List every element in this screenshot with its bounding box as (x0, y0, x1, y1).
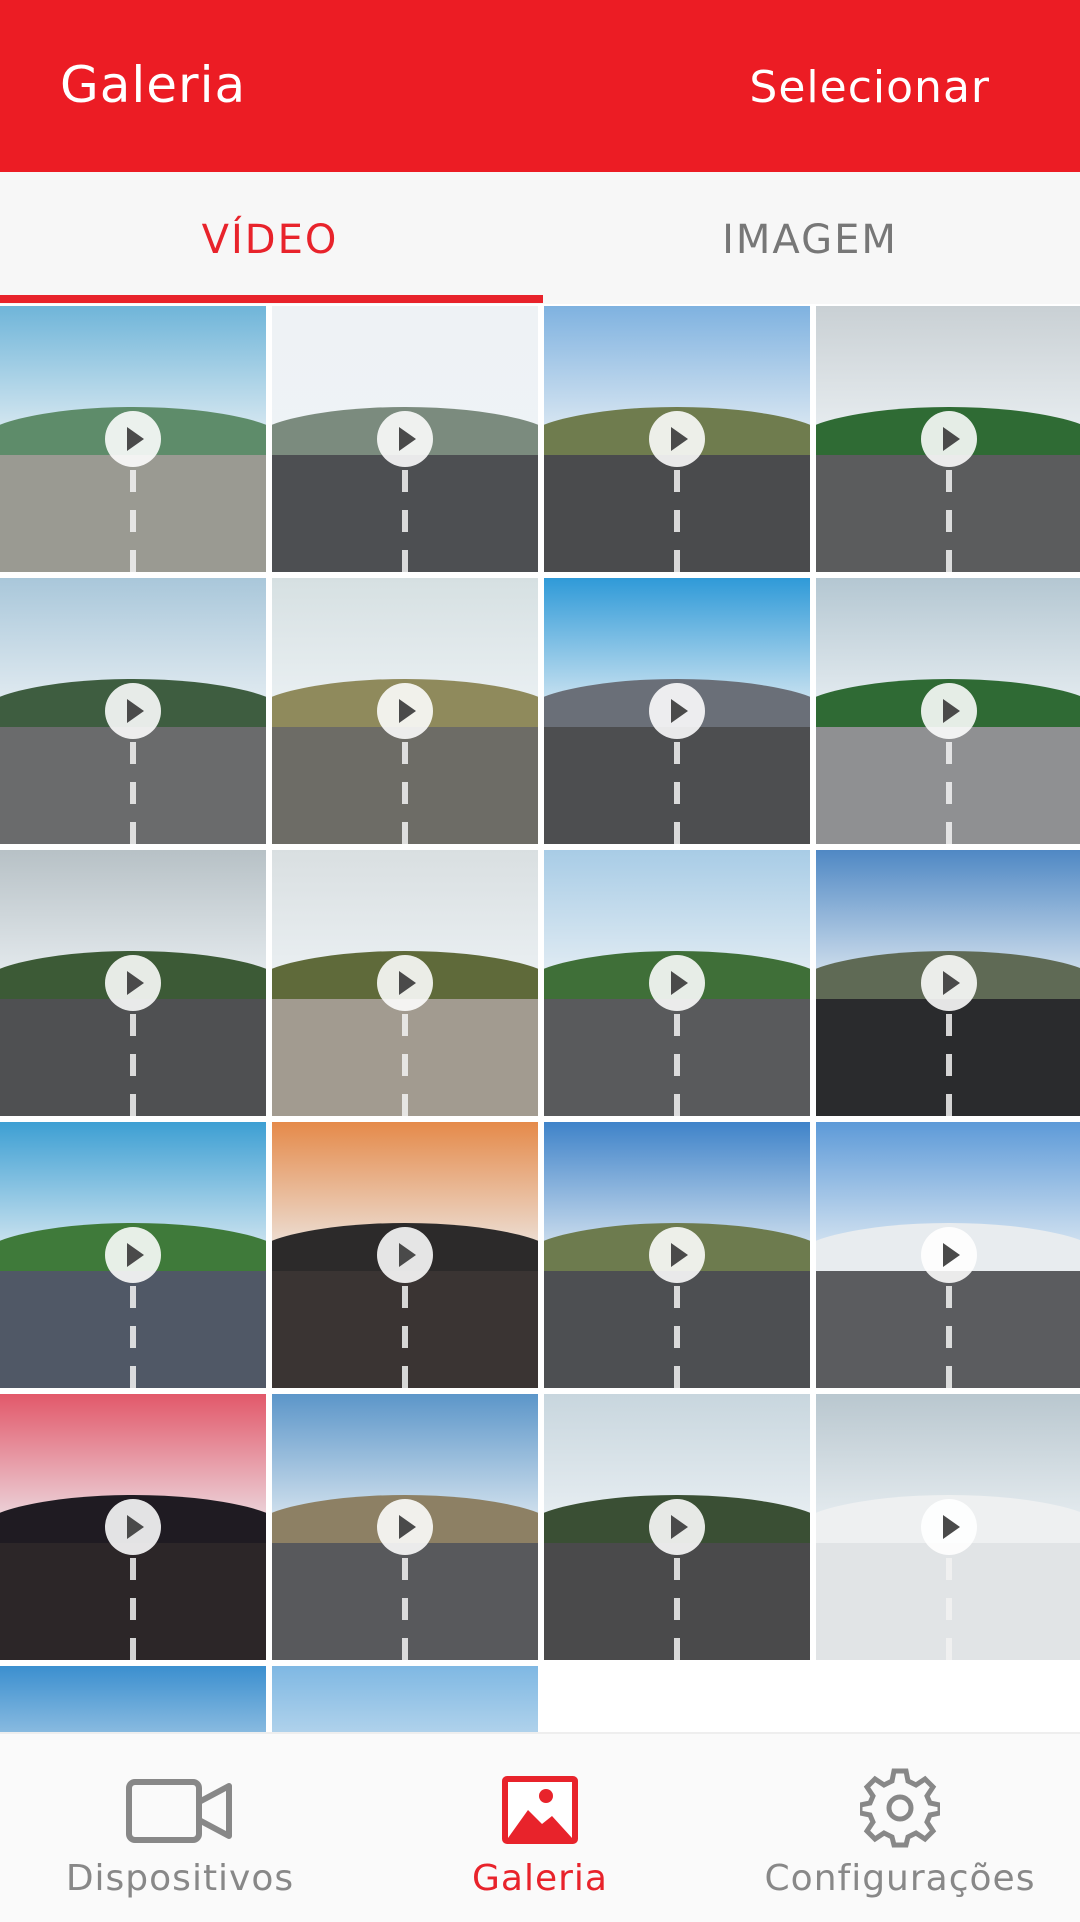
page-title: Galeria (60, 56, 247, 114)
video-thumbnail[interactable] (544, 850, 810, 1116)
active-tab-indicator (0, 295, 543, 303)
play-icon (377, 683, 433, 739)
video-thumbnail[interactable] (272, 850, 538, 1116)
thumbnail-lane-marking (674, 732, 680, 844)
video-thumbnail[interactable] (0, 1666, 266, 1732)
video-thumbnail[interactable] (0, 578, 266, 844)
thumbnail-lane-marking (130, 1004, 136, 1116)
nav-devices-label: Dispositivos (65, 1858, 295, 1899)
video-thumbnail[interactable] (272, 306, 538, 572)
play-icon (921, 955, 977, 1011)
video-thumbnail[interactable] (0, 306, 266, 572)
nav-gallery-label: Galeria (472, 1858, 608, 1899)
thumbnail-lane-marking (674, 1004, 680, 1116)
video-thumbnail[interactable] (816, 1394, 1080, 1660)
play-icon (105, 1227, 161, 1283)
play-icon (105, 955, 161, 1011)
video-camera-icon (126, 1779, 232, 1843)
thumbnail-lane-marking (674, 1276, 680, 1388)
video-thumbnail[interactable] (0, 850, 266, 1116)
tab-image[interactable]: IMAGEM (540, 172, 1080, 304)
video-thumbnail[interactable] (544, 306, 810, 572)
nav-settings-label: Configurações (764, 1858, 1036, 1899)
play-icon (105, 683, 161, 739)
play-icon (921, 683, 977, 739)
thumbnail-lane-marking (946, 1276, 952, 1388)
thumbnail-lane-marking (402, 1004, 408, 1116)
thumbnail-lane-marking (946, 732, 952, 844)
nav-gallery[interactable]: Galeria (360, 1734, 720, 1922)
thumbnail-sky (272, 1666, 538, 1732)
video-thumbnail[interactable] (272, 1666, 538, 1732)
nav-settings[interactable]: Configurações (720, 1734, 1080, 1922)
gear-icon (860, 1768, 940, 1848)
thumbnail-lane-marking (946, 1548, 952, 1660)
thumbnail-lane-marking (130, 732, 136, 844)
video-thumbnail[interactable] (816, 306, 1080, 572)
play-icon (105, 411, 161, 467)
play-icon (105, 1499, 161, 1555)
video-thumbnail[interactable] (544, 578, 810, 844)
play-icon (921, 411, 977, 467)
play-icon (921, 1499, 977, 1555)
play-icon (649, 411, 705, 467)
video-thumbnail[interactable] (816, 850, 1080, 1116)
video-thumbnail[interactable] (544, 1122, 810, 1388)
video-thumbnail[interactable] (816, 1122, 1080, 1388)
play-icon (649, 1227, 705, 1283)
play-icon (377, 955, 433, 1011)
video-thumbnail[interactable] (272, 1394, 538, 1660)
video-thumbnail[interactable] (0, 1122, 266, 1388)
play-icon (377, 1499, 433, 1555)
play-icon (649, 955, 705, 1011)
play-icon (377, 411, 433, 467)
thumbnail-lane-marking (402, 1276, 408, 1388)
app-header: Galeria Selecionar (0, 0, 1080, 172)
thumbnail-lane-marking (674, 1548, 680, 1660)
thumbnail-lane-marking (130, 460, 136, 572)
thumbnail-sky (0, 1666, 266, 1732)
video-thumbnail[interactable] (816, 578, 1080, 844)
video-thumbnail[interactable] (0, 1394, 266, 1660)
bottom-navigation: Dispositivos Galeria Configurações (0, 1732, 1080, 1922)
video-thumbnail[interactable] (272, 1122, 538, 1388)
play-icon (377, 1227, 433, 1283)
thumbnail-lane-marking (130, 1548, 136, 1660)
thumbnail-lane-marking (402, 1548, 408, 1660)
thumbnail-lane-marking (946, 1004, 952, 1116)
thumbnail-lane-marking (130, 1276, 136, 1388)
video-thumbnail[interactable] (544, 1394, 810, 1660)
video-grid[interactable] (0, 306, 1080, 1732)
thumbnail-lane-marking (946, 460, 952, 572)
video-thumbnail[interactable] (272, 578, 538, 844)
play-icon (649, 683, 705, 739)
play-icon (649, 1499, 705, 1555)
select-button[interactable]: Selecionar (749, 62, 990, 113)
play-icon (921, 1227, 977, 1283)
tab-video[interactable]: VÍDEO (0, 172, 540, 304)
thumbnail-lane-marking (674, 460, 680, 572)
thumbnail-lane-marking (402, 732, 408, 844)
image-icon (502, 1776, 578, 1844)
nav-devices[interactable]: Dispositivos (0, 1734, 360, 1922)
media-tabs: VÍDEO IMAGEM (0, 172, 1080, 304)
thumbnail-lane-marking (402, 460, 408, 572)
